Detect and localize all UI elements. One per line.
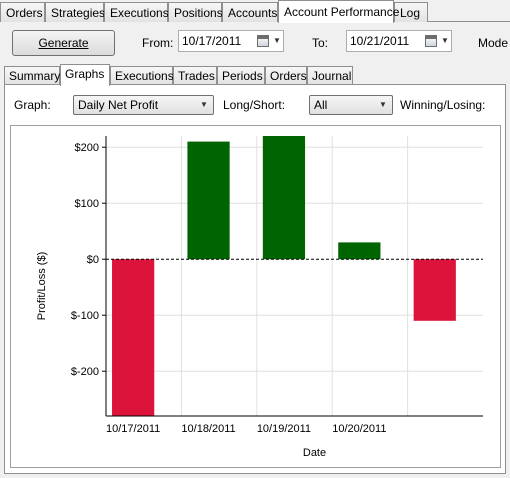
chart-area: $200 $100 $0 $-100 $-200 10/17/2011 10/18/2011… (10, 125, 501, 468)
from-date-picker[interactable]: 10/17/2011 ▼ (178, 30, 284, 52)
long-short-label: Long/Short: (223, 98, 286, 112)
mode-label: Mode (478, 36, 509, 50)
x-tick-label: 10/17/2011 (106, 423, 160, 435)
y-axis-title: Profit/Loss ($) (36, 252, 48, 320)
y-tick-label: $0 (87, 254, 99, 266)
tab-trades[interactable]: Trades (173, 66, 217, 85)
long-short-select-value: All (314, 98, 328, 112)
chevron-down-icon[interactable]: ▼ (273, 36, 281, 45)
y-tick-label: $-200 (71, 366, 99, 378)
winning-losing-label: Winning/Losing: (400, 98, 486, 112)
tab-positions[interactable]: Positions (168, 2, 223, 22)
tab-account-performance[interactable]: Account Performance (278, 0, 399, 23)
calendar-icon[interactable] (257, 35, 269, 47)
x-axis-title: Date (303, 447, 326, 459)
x-tick-label: 10/19/2011 (257, 423, 311, 435)
main-tab-strip: Orders Strategies Executions Positions A… (0, 0, 510, 23)
tab-executions[interactable]: Executions (104, 2, 169, 22)
tab-orders[interactable]: Orders (265, 66, 307, 85)
generate-label: Generate (38, 36, 89, 50)
bar (112, 259, 155, 416)
calendar-icon[interactable] (425, 35, 437, 47)
graphs-panel: Graph: Daily Net Profit ▼ Long/Short: Al… (4, 84, 506, 474)
to-date-picker[interactable]: 10/21/2011 ▼ (346, 30, 452, 52)
to-label: To: (312, 36, 329, 50)
bar (262, 136, 306, 260)
tab-graphs[interactable]: Graphs (60, 64, 110, 86)
tab-journal[interactable]: Journal (307, 66, 353, 85)
tab-orders[interactable]: Orders (0, 2, 45, 22)
graph-select[interactable]: Daily Net Profit ▼ (73, 95, 214, 115)
tab-periods[interactable]: Periods (217, 66, 265, 85)
y-tick-label: $200 (75, 142, 99, 154)
tab-strategies[interactable]: Strategies (45, 2, 105, 22)
long-short-select[interactable]: All ▼ (309, 95, 393, 115)
graph-label: Graph: (14, 98, 51, 112)
generate-button[interactable]: Generate (12, 30, 115, 56)
y-tick-label: $-100 (71, 310, 99, 322)
to-date-value: 10/21/2011 (350, 34, 410, 48)
profit-loss-chart: $200 $100 $0 $-100 $-200 10/17/2011 10/18/2011… (36, 136, 483, 459)
chevron-down-icon[interactable]: ▼ (441, 36, 449, 45)
x-tick-label: 10/20/2011 (332, 423, 386, 435)
tab-summary[interactable]: Summary (4, 66, 60, 85)
y-tick-label: $100 (75, 198, 99, 210)
from-date-value: 10/17/2011 (182, 34, 242, 48)
chevron-down-icon: ▼ (200, 100, 208, 109)
tab-executions[interactable]: Executions (110, 66, 174, 85)
sub-tab-strip: Summary Graphs Executions Trades Periods… (4, 64, 506, 86)
from-label: From: (142, 36, 174, 50)
graph-select-value: Daily Net Profit (78, 98, 159, 112)
tab-accounts[interactable]: Accounts (222, 2, 278, 22)
chevron-down-icon: ▼ (379, 100, 387, 109)
x-tick-label: 10/18/2011 (181, 423, 235, 435)
bar (187, 141, 230, 260)
bar (413, 259, 456, 321)
bar (338, 242, 381, 260)
toolbar: Generate From: 10/17/2011 ▼ To: 10/21/20… (0, 23, 510, 63)
